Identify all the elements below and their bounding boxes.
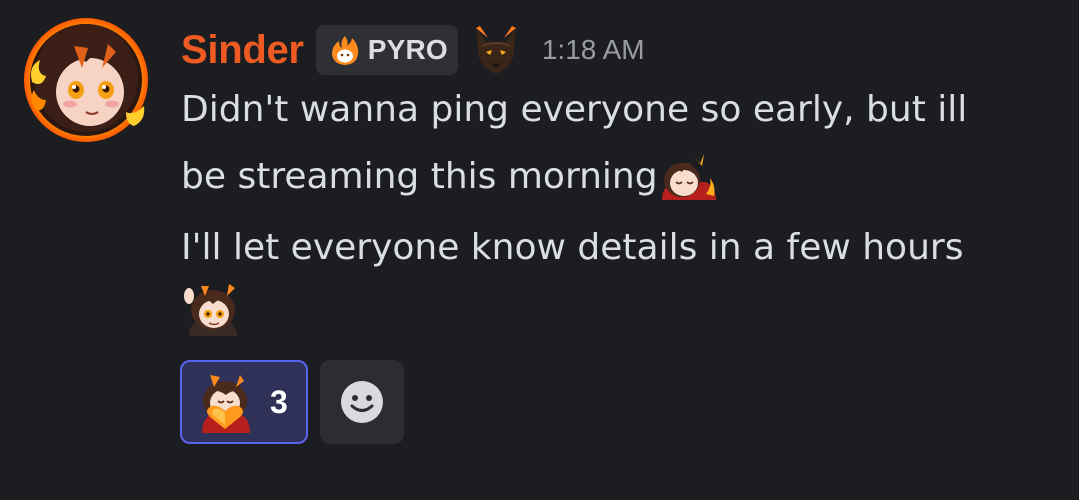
username[interactable]: Sinder bbox=[181, 20, 304, 80]
message-line-3: I'll let everyone know details in a few … bbox=[181, 227, 964, 268]
reaction-count: 3 bbox=[270, 383, 288, 420]
reaction-heart-chibi[interactable]: 3 bbox=[180, 360, 308, 444]
message-line-2-text: be streaming this morning bbox=[181, 156, 658, 197]
wave-chibi-emote[interactable] bbox=[181, 278, 243, 336]
chat-message: Sinder PYRO 1:18 AM Didn't wanna ping ev… bbox=[0, 0, 1079, 500]
sleepy-chibi-emote[interactable] bbox=[658, 150, 718, 200]
message-header: Sinder PYRO 1:18 AM bbox=[181, 20, 1039, 80]
smiley-face-icon bbox=[341, 381, 383, 423]
message-timestamp[interactable]: 1:18 AM bbox=[542, 34, 645, 66]
wolf-demon-icon[interactable] bbox=[468, 22, 524, 78]
reactions-bar: 3 bbox=[180, 360, 404, 444]
user-avatar[interactable] bbox=[22, 16, 150, 144]
message-line-2: be streaming this morning bbox=[181, 147, 1039, 207]
heart-chibi-emote bbox=[202, 375, 250, 433]
add-reaction-button[interactable] bbox=[320, 360, 404, 444]
message-content: Sinder PYRO 1:18 AM Didn't wanna ping ev… bbox=[181, 20, 1039, 336]
role-tag[interactable]: PYRO bbox=[315, 25, 458, 75]
role-tag-label: PYRO bbox=[367, 34, 448, 65]
flame-icon bbox=[331, 36, 358, 65]
message-line-1: Didn't wanna ping everyone so early, but… bbox=[181, 89, 968, 130]
